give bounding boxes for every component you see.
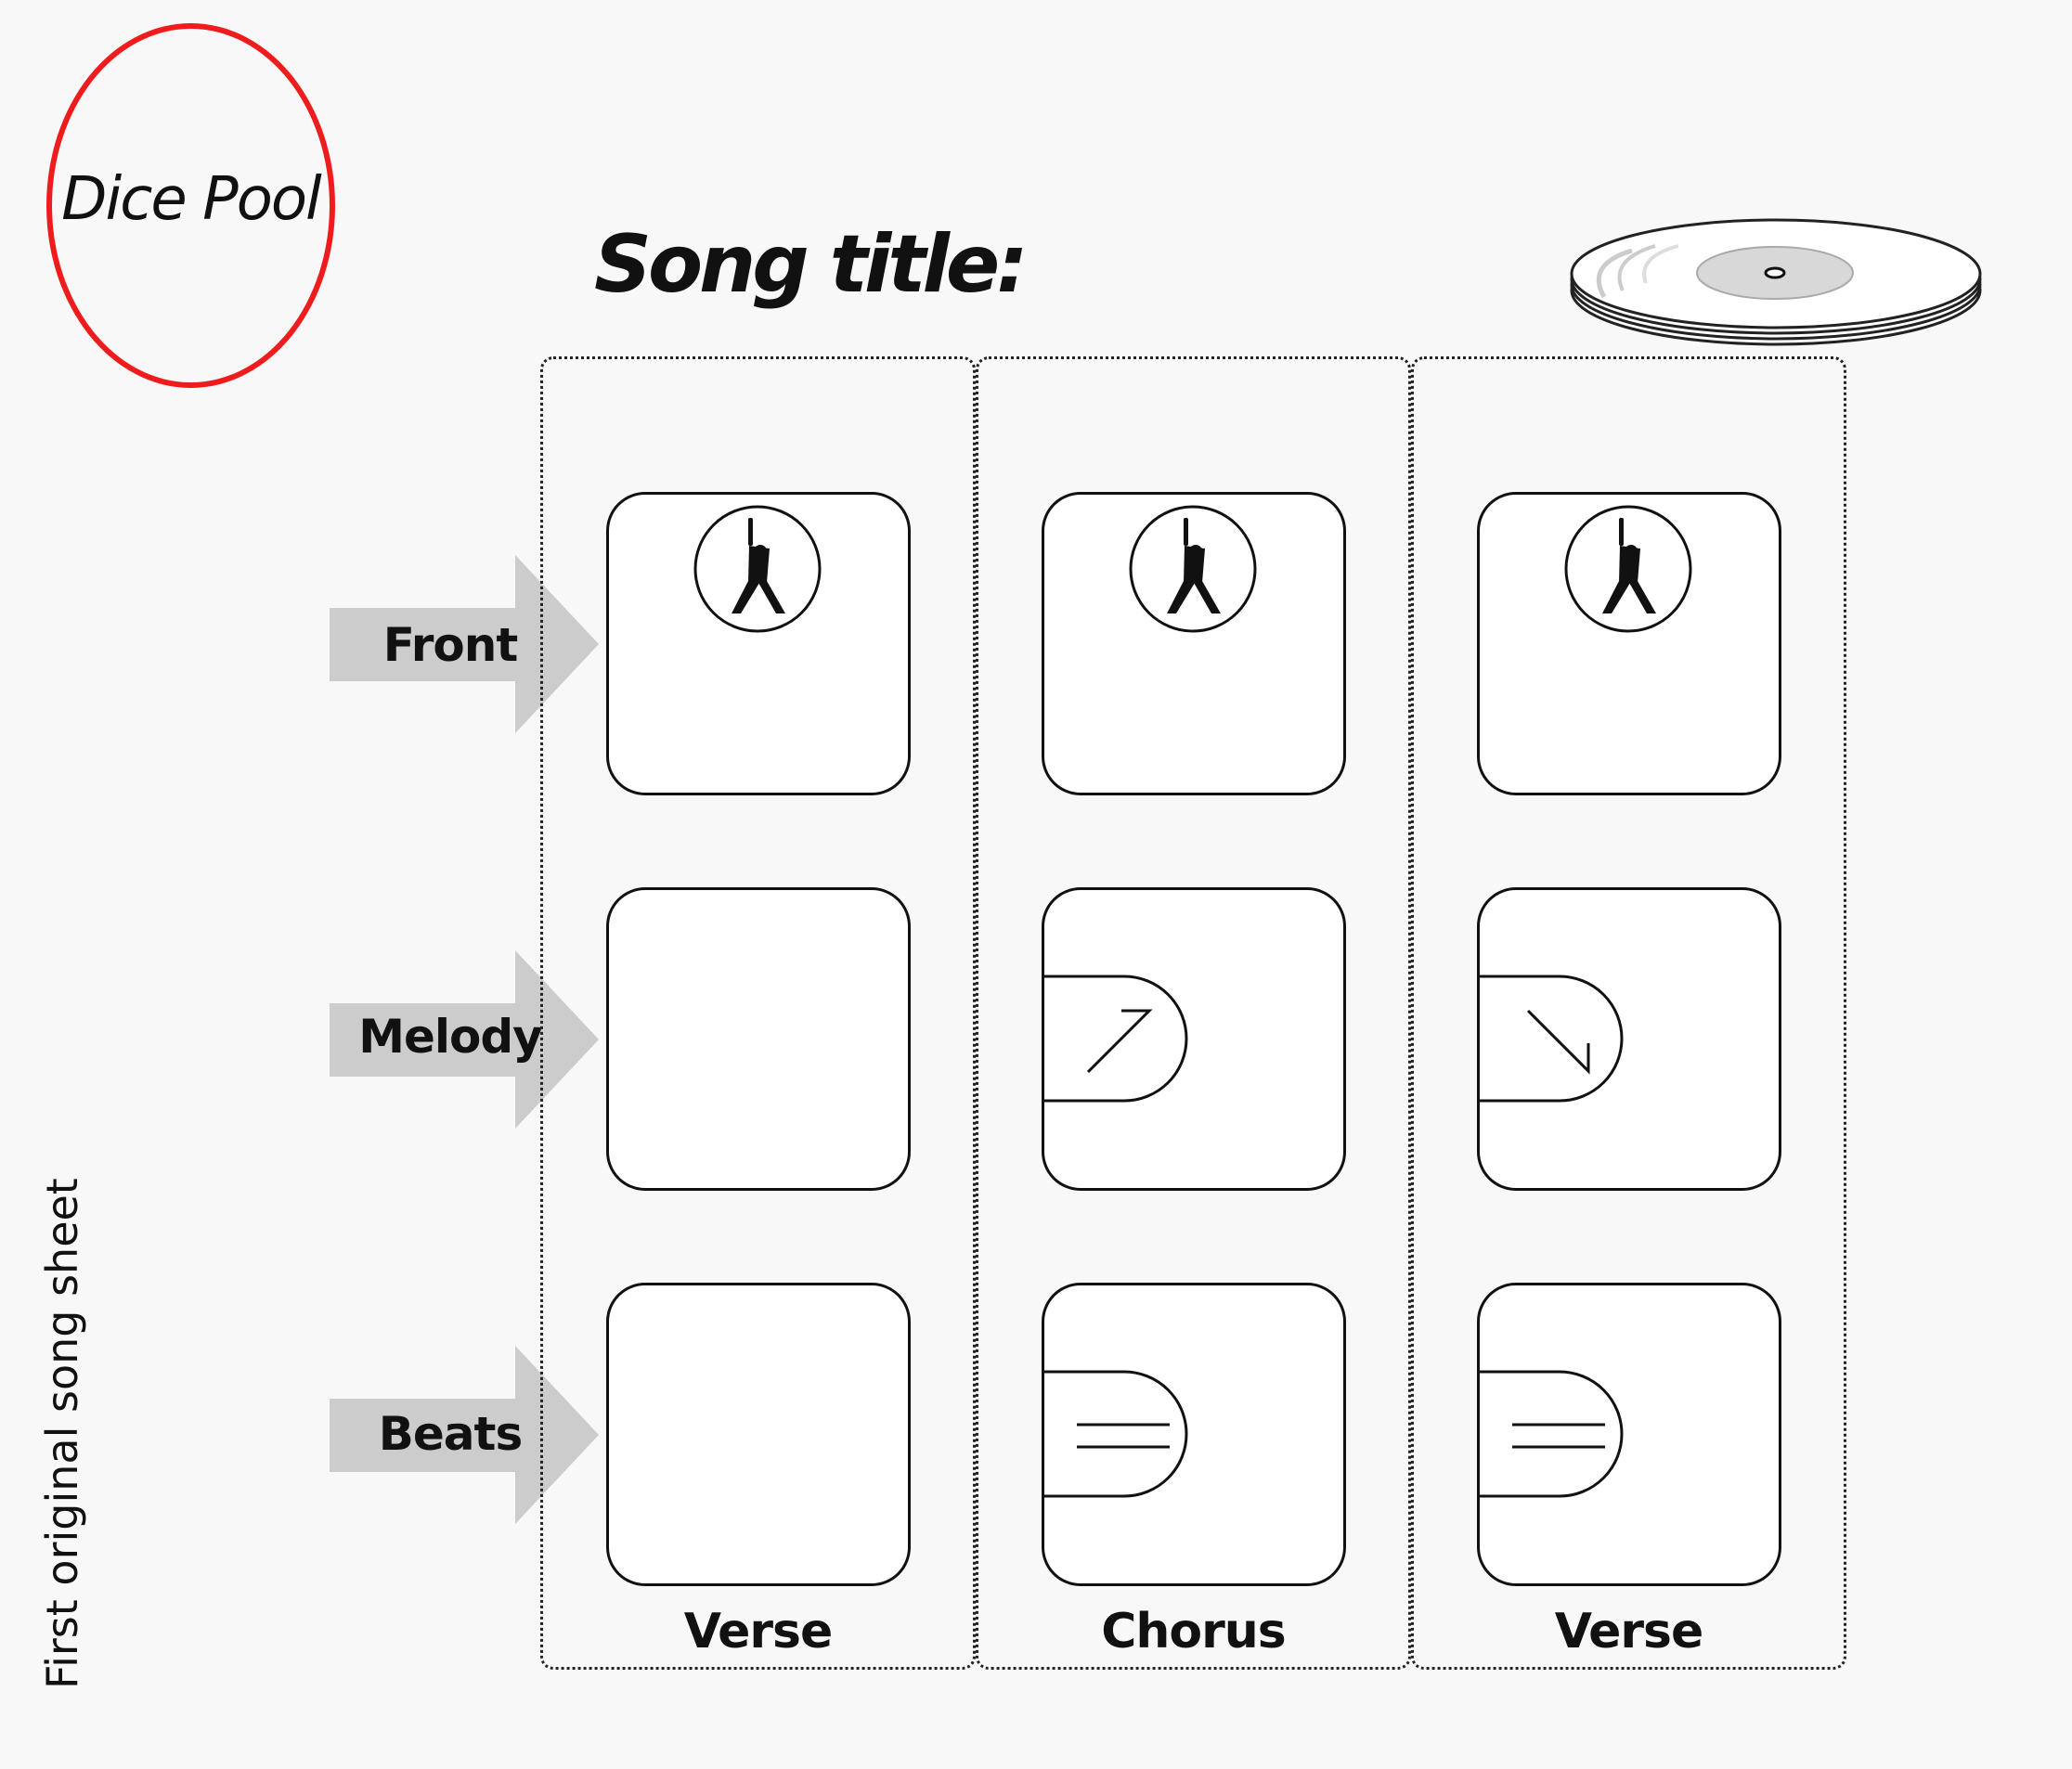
column-label-chorus: Chorus (1101, 1604, 1287, 1659)
front-card-verse-2[interactable] (1477, 492, 1781, 795)
beats-card-verse-2[interactable] (1477, 1283, 1781, 1586)
dice-pool-label: Dice Pool (61, 164, 322, 234)
beats-lines-icon (1044, 1370, 1188, 1498)
column-label-verse-1: Verse (683, 1604, 834, 1659)
beats-lines-icon (1480, 1370, 1624, 1498)
dice-pool[interactable]: Dice Pool (46, 23, 335, 388)
song-title-label: Song title: (594, 218, 1029, 311)
melody-card-verse-2[interactable] (1477, 887, 1781, 1191)
melody-up-icon (1044, 975, 1188, 1103)
row-label-melody: Melody (358, 1010, 543, 1064)
row-label-front: Front (382, 618, 518, 672)
row-label-beats: Beats (378, 1407, 523, 1461)
performer-icon (1129, 505, 1257, 633)
melody-card-verse-1[interactable] (606, 887, 911, 1191)
front-card-chorus[interactable] (1042, 492, 1346, 795)
side-caption: First original song sheet (37, 1178, 87, 1689)
melody-card-chorus[interactable] (1042, 887, 1346, 1191)
column-label-verse-2: Verse (1554, 1604, 1704, 1659)
beats-card-verse-1[interactable] (606, 1283, 911, 1586)
beats-card-chorus[interactable] (1042, 1283, 1346, 1586)
vinyl-record-icon (1567, 209, 1985, 357)
front-card-verse-1[interactable] (606, 492, 911, 795)
performer-icon (1564, 505, 1692, 633)
performer-icon (693, 505, 822, 633)
melody-down-icon (1480, 975, 1624, 1103)
